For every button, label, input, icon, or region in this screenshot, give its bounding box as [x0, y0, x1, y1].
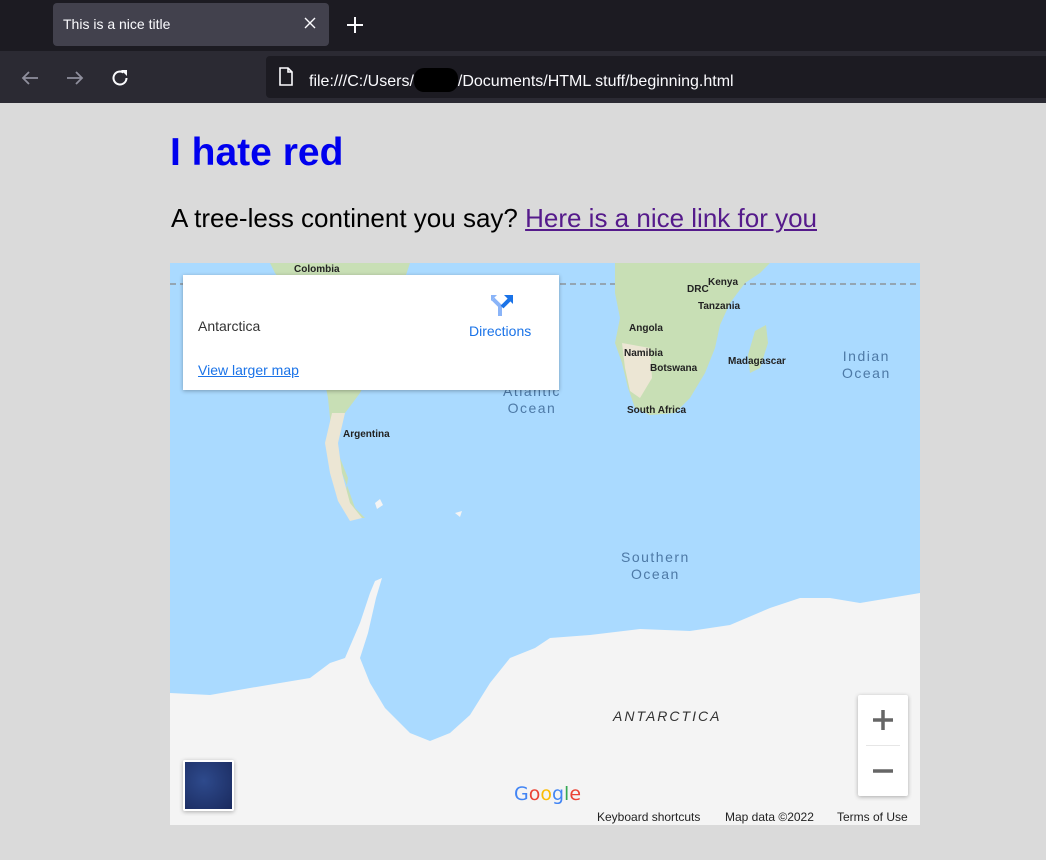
url-prefix: file:///C:/Users/ — [309, 73, 414, 90]
tab-title: This is a nice title — [63, 16, 171, 32]
embedded-map[interactable]: Colombia DRC Kenya Tanzania Angola Namib… — [170, 263, 920, 825]
place-info-card: Antarctica View larger map Directions — [183, 275, 559, 390]
keyboard-shortcuts-link[interactable]: Keyboard shortcuts — [597, 810, 700, 824]
label-south-africa: South Africa — [627, 405, 687, 416]
reload-icon[interactable] — [109, 67, 131, 89]
directions-link[interactable]: Directions — [469, 323, 531, 339]
label-madagascar: Madagascar — [728, 356, 786, 367]
label-argentina: Argentina — [343, 429, 390, 440]
redacted-username — [413, 68, 458, 92]
label-drc: DRC — [687, 284, 709, 295]
nice-link[interactable]: Here is a nice link for you — [525, 203, 817, 233]
indian-ocean-line2: Ocean — [842, 365, 891, 381]
new-tab-icon[interactable] — [344, 14, 366, 36]
directions-icon[interactable] — [488, 291, 514, 317]
satellite-layer-toggle[interactable] — [183, 760, 234, 811]
label-namibia: Namibia — [624, 348, 663, 359]
back-arrow-icon[interactable] — [19, 67, 41, 89]
zoom-out-icon[interactable] — [858, 746, 908, 796]
address-bar[interactable]: file:///C:/Users/ /Documents/HTML stuff/b… — [266, 56, 1046, 98]
label-kenya: Kenya — [708, 277, 739, 288]
island — [455, 511, 462, 517]
label-antarctica-region: ANTARCTICA — [613, 708, 722, 724]
url-text[interactable]: file:///C:/Users/ /Documents/HTML stuff/b… — [309, 68, 734, 92]
southern-ocean-line1: Southern — [621, 549, 690, 565]
terms-of-use-link[interactable]: Terms of Use — [837, 810, 908, 824]
navigation-toolbar: file:///C:/Users/ /Documents/HTML stuff/b… — [0, 51, 1046, 103]
forward-arrow-icon[interactable] — [64, 67, 86, 89]
southern-ocean-line2: Ocean — [631, 566, 680, 582]
intro-paragraph: A tree-less continent you say? Here is a… — [171, 203, 817, 234]
google-logo: Google — [514, 783, 582, 805]
island — [375, 499, 383, 509]
view-larger-map-link[interactable]: View larger map — [198, 362, 299, 378]
label-colombia: Colombia — [294, 264, 340, 275]
atlantic-ocean-line2: Ocean — [507, 400, 557, 416]
label-botswana: Botswana — [650, 363, 698, 374]
label-tanzania: Tanzania — [698, 301, 741, 312]
map-footer: Keyboard shortcuts Map data ©2022 Terms … — [170, 807, 920, 825]
place-name: Antarctica — [198, 318, 261, 334]
label-angola: Angola — [629, 323, 663, 334]
indian-ocean-line1: Indian — [842, 348, 890, 364]
map-data-attribution: Map data ©2022 — [725, 810, 814, 824]
browser-tab[interactable]: This is a nice title — [53, 3, 329, 46]
zoom-in-icon[interactable] — [858, 695, 908, 745]
tab-strip: This is a nice title — [0, 0, 1046, 51]
page-heading: I hate red — [170, 131, 344, 174]
close-tab-icon[interactable] — [301, 14, 319, 32]
label-southern-ocean: Southern Ocean — [621, 549, 690, 583]
paragraph-text: A tree-less continent you say? — [171, 203, 526, 233]
zoom-control — [858, 695, 908, 796]
page-icon — [279, 67, 293, 86]
label-indian-ocean: Indian Ocean — [842, 348, 891, 382]
url-suffix: /Documents/HTML stuff/beginning.html — [457, 73, 734, 90]
